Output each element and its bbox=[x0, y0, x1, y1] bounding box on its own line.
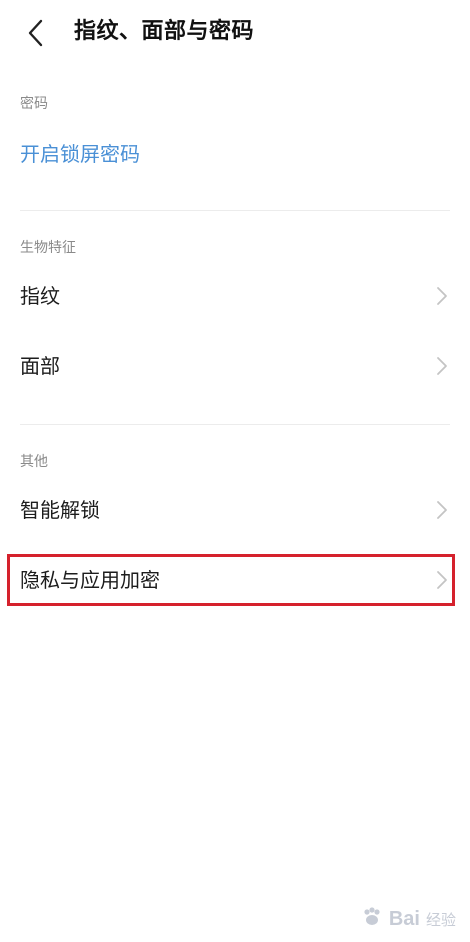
highlight-annotation-box bbox=[7, 554, 455, 606]
chevron-right-icon bbox=[436, 286, 448, 306]
section-divider bbox=[20, 424, 450, 425]
app-header: 指纹、面部与密码 bbox=[0, 0, 470, 66]
baidu-watermark: Bai 经验 bbox=[361, 906, 456, 932]
fingerprint-row[interactable]: 指纹 bbox=[0, 266, 470, 326]
paw-icon bbox=[361, 906, 383, 932]
chevron-left-icon bbox=[22, 16, 52, 50]
face-row[interactable]: 面部 bbox=[0, 336, 470, 396]
enable-lock-screen-password-label: 开启锁屏密码 bbox=[20, 142, 140, 166]
section-divider bbox=[20, 210, 450, 211]
watermark-brand: Bai bbox=[388, 907, 420, 930]
chevron-right-icon bbox=[436, 500, 448, 520]
section-header-other: 其他 bbox=[20, 454, 48, 470]
chevron-right-icon bbox=[436, 356, 448, 376]
fingerprint-label: 指纹 bbox=[20, 284, 60, 308]
enable-lock-screen-password-row[interactable]: 开启锁屏密码 bbox=[0, 124, 470, 184]
section-header-biometrics: 生物特征 bbox=[20, 240, 76, 256]
smart-unlock-label: 智能解锁 bbox=[20, 498, 100, 522]
watermark-suffix: 经验 bbox=[425, 910, 456, 929]
section-header-password: 密码 bbox=[20, 96, 48, 112]
back-button[interactable] bbox=[22, 16, 52, 50]
smart-unlock-row[interactable]: 智能解锁 bbox=[0, 480, 470, 540]
face-label: 面部 bbox=[20, 354, 60, 378]
page-title: 指纹、面部与密码 bbox=[74, 19, 255, 44]
